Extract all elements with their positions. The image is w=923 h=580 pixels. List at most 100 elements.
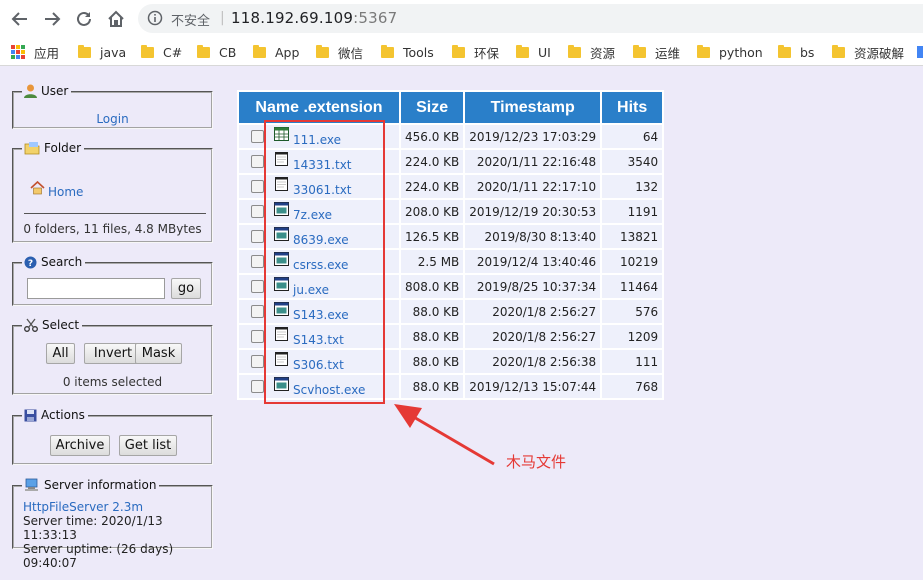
row-checkbox[interactable] [251, 355, 264, 368]
annotation-label: 木马文件 [506, 453, 567, 471]
file-hits: 13821 [602, 225, 663, 248]
column-header-hits[interactable]: Hits [602, 92, 663, 123]
table-header-row: Name .extension Size Timestamp Hits [239, 92, 663, 123]
folder-icon [697, 44, 710, 58]
bookmark-overflow[interactable] [917, 46, 923, 58]
column-header-name[interactable]: Name .extension [239, 92, 399, 123]
row-checkbox[interactable] [251, 155, 264, 168]
forward-button[interactable] [40, 7, 64, 31]
file-timestamp: 2020/1/8 2:56:27 [465, 325, 601, 348]
file-size: 88.0 KB [401, 300, 464, 323]
file-timestamp: 2019/12/19 20:30:53 [465, 200, 601, 223]
bookmark-folder[interactable]: python [697, 43, 763, 61]
get-list-button[interactable]: Get list [119, 435, 177, 456]
file-hits: 111 [602, 350, 663, 373]
folder-icon [516, 44, 529, 58]
file-hits: 132 [602, 175, 663, 198]
bookmark-apps[interactable]: 应用 [11, 43, 59, 61]
bookmark-folder[interactable]: bs [778, 43, 814, 61]
server-icon [25, 478, 38, 491]
search-input[interactable] [27, 278, 165, 299]
security-label: 不安全 [171, 14, 211, 29]
url-text: 118.192.69.109:5367 [231, 9, 397, 27]
folder-icon [832, 44, 845, 58]
archive-button[interactable]: Archive [50, 435, 110, 456]
apps-grid-icon [11, 45, 25, 59]
folder-icon [568, 44, 581, 58]
user-panel: User Login [12, 84, 213, 129]
row-checkbox[interactable] [251, 130, 264, 143]
bookmark-folder[interactable]: java [78, 43, 126, 61]
back-button[interactable] [8, 7, 32, 31]
server-info-panel: Server information HttpFileServer 2.3m S… [12, 478, 213, 570]
home-icon [108, 10, 124, 27]
forward-arrow-icon [45, 12, 61, 26]
folder-icon [78, 44, 91, 58]
file-hits: 576 [602, 300, 663, 323]
file-size: 88.0 KB [401, 375, 464, 398]
file-timestamp: 2019/12/13 15:07:44 [465, 375, 601, 398]
file-timestamp: 2020/1/8 2:56:27 [465, 300, 601, 323]
file-size: 126.5 KB [401, 225, 464, 248]
bookmark-folder[interactable]: CB [197, 43, 236, 61]
user-panel-title: User [22, 84, 72, 98]
row-checkbox[interactable] [251, 280, 264, 293]
search-go-button[interactable]: go [171, 278, 201, 299]
bookmark-folder[interactable]: 环保 [452, 43, 499, 61]
server-time: Server time: 2020/1/13 11:33:13 [23, 514, 163, 542]
select-panel-title: Select [22, 318, 83, 332]
annotation-arrow [394, 404, 495, 466]
mask-button[interactable]: Mask [135, 343, 182, 364]
folder-panel-title: Folder [22, 141, 85, 155]
actions-panel: Actions Archive Get list [12, 408, 213, 465]
bookmark-folder[interactable]: UI [516, 43, 551, 61]
reload-icon [77, 11, 91, 26]
column-header-size[interactable]: Size [401, 92, 464, 123]
file-hits: 11464 [602, 275, 663, 298]
save-disk-icon [24, 409, 37, 421]
file-timestamp: 2020/1/11 22:17:10 [465, 175, 601, 198]
question-icon: ? [24, 256, 37, 269]
bookmark-folder[interactable]: App [253, 43, 299, 61]
row-checkbox[interactable] [251, 380, 264, 393]
reload-button[interactable] [72, 7, 96, 31]
bookmark-folder[interactable]: Tools [381, 43, 434, 61]
home-link[interactable]: Home [30, 181, 83, 199]
row-checkbox[interactable] [251, 255, 264, 268]
browser-toolbar: 不安全 | 118.192.69.109:5367 [0, 0, 923, 37]
bookmark-folder[interactable]: 资源破解 [832, 43, 904, 61]
file-hits: 10219 [602, 250, 663, 273]
select-all-button[interactable]: All [46, 343, 75, 364]
column-header-timestamp[interactable]: Timestamp [465, 92, 601, 123]
bookmark-folder[interactable]: 运维 [633, 43, 680, 61]
login-link[interactable]: Login [96, 112, 128, 126]
url-port: :5367 [353, 9, 398, 27]
row-checkbox[interactable] [251, 180, 264, 193]
file-timestamp: 2019/8/25 10:37:34 [465, 275, 601, 298]
server-uptime: Server uptime: (26 days) 09:40:07 [23, 542, 174, 570]
home-button[interactable] [104, 7, 128, 31]
row-checkbox[interactable] [251, 305, 264, 318]
highlight-box [264, 120, 385, 404]
bookmarks-bar: 应用 java C# CB App 微信 Tools 环保 UI 资源 运维 p… [0, 37, 923, 66]
file-timestamp: 2019/12/4 13:40:46 [465, 250, 601, 273]
row-checkbox[interactable] [251, 230, 264, 243]
svg-text:?: ? [28, 259, 33, 269]
server-software-link[interactable]: HttpFileServer 2.3m [23, 500, 211, 514]
file-timestamp: 2019/8/30 8:13:40 [465, 225, 601, 248]
bookmark-folder[interactable]: 微信 [316, 43, 363, 61]
row-checkbox[interactable] [251, 330, 264, 343]
bookmark-folder[interactable]: C# [141, 43, 182, 61]
file-timestamp: 2019/12/23 17:03:29 [465, 125, 601, 148]
folder-icon [633, 44, 646, 58]
file-timestamp: 2020/1/11 22:16:48 [465, 150, 601, 173]
bookmark-folder[interactable]: 资源 [568, 43, 615, 61]
file-timestamp: 2020/1/8 2:56:38 [465, 350, 601, 373]
file-size: 88.0 KB [401, 325, 464, 348]
folder-icon [316, 44, 329, 58]
address-bar[interactable]: 不安全 | 118.192.69.109:5367 [138, 4, 923, 33]
invert-selection-button[interactable]: Invert [84, 343, 142, 364]
file-size: 224.0 KB [401, 175, 464, 198]
row-checkbox[interactable] [251, 205, 264, 218]
info-icon[interactable] [147, 10, 163, 26]
